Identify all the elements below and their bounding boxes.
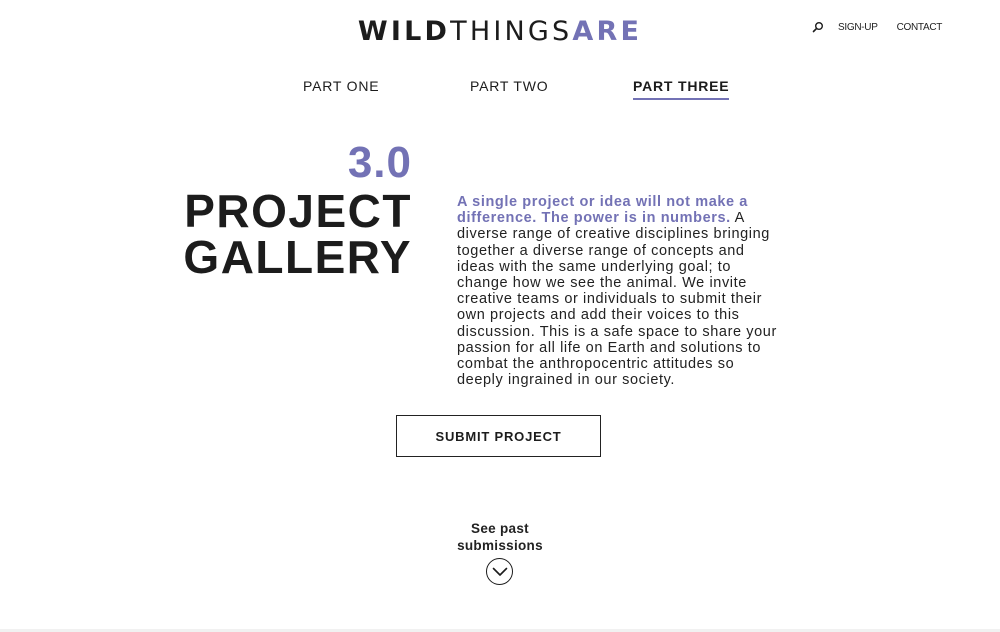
tab-part-one[interactable]: PART ONE: [303, 78, 379, 98]
page-title-line2: GALLERY: [183, 231, 412, 283]
contact-link[interactable]: CONTACT: [897, 22, 943, 33]
submit-project-button[interactable]: SUBMIT PROJECT: [396, 415, 601, 457]
search-icon[interactable]: [812, 21, 824, 33]
logo-wild: WILD: [357, 16, 451, 47]
intro-lead: A single project or idea will not make a…: [457, 194, 748, 227]
intro-body: A diverse range of creative disciplines …: [457, 210, 777, 389]
section-number: 3.0: [347, 138, 412, 187]
see-past-line1: See past: [471, 521, 529, 536]
tab-part-two[interactable]: PART TWO: [470, 78, 549, 98]
logo-things: THINGS: [450, 16, 573, 47]
top-nav: SIGN-UP CONTACT: [812, 21, 961, 33]
tab-part-three[interactable]: PART THREE: [633, 78, 730, 100]
see-past-submissions[interactable]: See past submissions: [0, 520, 1000, 554]
sign-up-link[interactable]: SIGN-UP: [838, 22, 878, 33]
part-tabs: PART ONE PART TWO PART THREE: [0, 78, 1000, 104]
intro-paragraph: A single project or idea will not make a…: [457, 194, 782, 388]
page-title-line1: PROJECT: [184, 185, 412, 237]
page-title: PROJECT GALLERY: [183, 188, 412, 280]
see-past-line2: submissions: [457, 538, 543, 553]
chevron-down-icon: [492, 567, 507, 576]
logo-are: ARE: [572, 16, 643, 47]
scroll-down-button[interactable]: [486, 558, 513, 585]
